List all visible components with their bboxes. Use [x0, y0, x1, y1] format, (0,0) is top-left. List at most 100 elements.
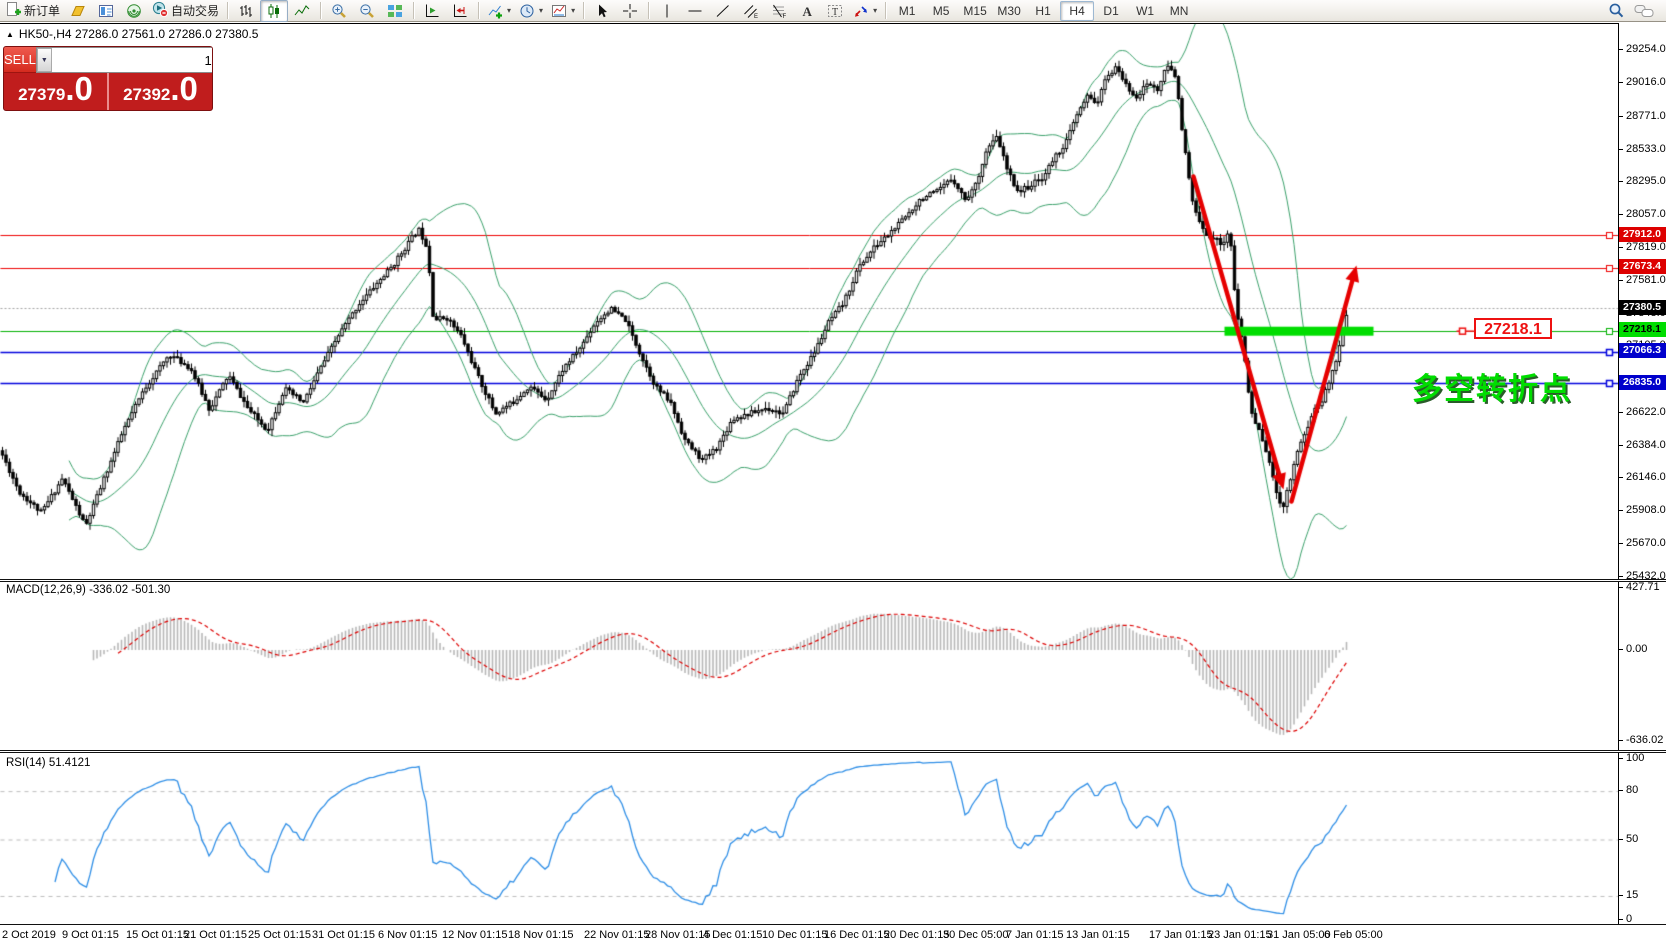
price-level-badge[interactable]: 27673.4 [1619, 259, 1666, 274]
rsi-tick-label-mark [1619, 919, 1623, 920]
date-axis[interactable]: 2 Oct 2019 9 Oct 01:15 15 Oct 01:15 21 Oct … [0, 926, 1666, 947]
date-tick-label: 25 Oct 01:15 [248, 929, 311, 941]
price-tick-label: 26622.0 [1626, 406, 1666, 418]
search-icon[interactable] [1602, 0, 1630, 22]
tile-windows-icon[interactable] [381, 0, 409, 22]
price-tick-label: 29016.0 [1626, 76, 1666, 88]
chat-icon[interactable] [1630, 0, 1658, 22]
timeframe-d1[interactable]: D1 [1094, 1, 1128, 21]
price-tick-label: 26146.0 [1626, 471, 1666, 483]
sell-price-fraction: .0 [65, 70, 93, 107]
date-tick-label: 15 Oct 01:15 [126, 929, 189, 941]
market-watch-icon[interactable] [92, 0, 120, 22]
price-level-badge[interactable]: 27912.0 [1619, 227, 1666, 242]
timeframe-m5[interactable]: M5 [924, 1, 958, 21]
date-tick-label: 28 Nov 01:15 [645, 929, 711, 941]
timeframe-w1[interactable]: W1 [1128, 1, 1162, 21]
date-tick-label: 21 Oct 01:15 [184, 929, 247, 941]
vertical-line-icon[interactable] [653, 0, 681, 22]
timeframe-mn[interactable]: MN [1162, 1, 1196, 21]
arrows-icon[interactable]: ▾ [849, 0, 881, 22]
price-level-badge[interactable]: 26835.0 [1619, 375, 1666, 390]
rsi-canvas[interactable] [0, 754, 1618, 925]
collapse-panel-arrow[interactable]: ▲ [6, 30, 14, 39]
price-tick-label-mark [1619, 116, 1623, 117]
date-tick-label: 7 Jan 01:15 [1006, 929, 1064, 941]
timeframe-m15[interactable]: M15 [958, 1, 992, 21]
date-tick-label: 2 Oct 2019 [2, 929, 56, 941]
horizontal-line-icon[interactable] [681, 0, 709, 22]
zoom-in-icon[interactable] [325, 0, 353, 22]
templates-icon[interactable]: ▾ [547, 0, 579, 22]
rsi-panel-separator[interactable] [0, 750, 1666, 753]
zoom-out-icon[interactable] [353, 0, 381, 22]
date-tick-label: 31 Jan 05:00 [1267, 929, 1331, 941]
price-tick-label: 28057.0 [1626, 208, 1666, 220]
rsi-tick-label-mark [1619, 839, 1623, 840]
price-tick-label-mark [1619, 149, 1623, 150]
date-tick-label: 17 Jan 01:15 [1149, 929, 1213, 941]
price-tick-label-mark [1619, 181, 1623, 182]
candlestick-chart-icon[interactable] [260, 0, 289, 22]
timeframe-m30[interactable]: M30 [992, 1, 1026, 21]
price-tick-label-mark [1619, 510, 1623, 511]
level-price-label[interactable]: 27218.1 [1474, 318, 1552, 339]
turning-point-annotation: 多空转折点 [1412, 373, 1572, 406]
macd-tick-label-mark [1619, 587, 1623, 588]
line-chart-icon[interactable] [288, 0, 316, 22]
toolbar-separator [478, 2, 480, 19]
crosshair-icon[interactable] [616, 0, 644, 22]
price-tick-label: 25670.0 [1626, 537, 1666, 549]
autotrading-icon [152, 1, 169, 20]
price-tick-label: 26384.0 [1626, 439, 1666, 451]
price-axis[interactable]: 29254.0 29016.0 28771.0 28533.0 28295.0 28057… [1618, 23, 1666, 926]
timeframe-h1[interactable]: H1 [1026, 1, 1060, 21]
indicators-icon[interactable]: ▾ [483, 0, 515, 22]
equidistant-channel-icon[interactable]: E [737, 0, 765, 22]
periods-icon[interactable]: ▾ [515, 0, 547, 22]
date-axis-separator [0, 924, 1666, 926]
toolbar-separator [413, 2, 415, 19]
price-level-badge[interactable]: 27218.1 [1619, 322, 1666, 337]
navigator-icon[interactable] [120, 0, 148, 22]
main-chart-canvas[interactable] [0, 24, 1618, 580]
price-tick-label-mark [1619, 247, 1623, 248]
date-tick-label: 18 Nov 01:15 [508, 929, 574, 941]
price-level-badge[interactable]: 27066.3 [1619, 343, 1666, 358]
macd-tick-label-mark [1619, 740, 1623, 741]
price-tick-label-mark [1619, 412, 1623, 413]
text-label-icon[interactable]: T [821, 0, 849, 22]
auto-scroll-icon[interactable] [418, 0, 446, 22]
rsi-tick-label: 15 [1626, 889, 1639, 901]
rsi-tick-label: 100 [1626, 752, 1645, 764]
macd-tick-label-mark [1619, 649, 1623, 650]
price-tick-label: 28533.0 [1626, 143, 1666, 155]
trendline-icon[interactable] [709, 0, 737, 22]
chart-window [0, 23, 1666, 947]
favorites-icon[interactable] [64, 0, 92, 22]
timeframe-h4[interactable]: H4 [1060, 0, 1095, 21]
text-icon[interactable]: A [793, 0, 821, 22]
sell-price[interactable]: 27379.0 [4, 70, 109, 110]
bar-chart-icon[interactable] [232, 0, 260, 22]
price-tick-label: 29254.0 [1626, 43, 1666, 55]
chart-shift-icon[interactable] [446, 0, 474, 22]
volume-input[interactable] [51, 48, 212, 72]
cursor-icon[interactable] [588, 0, 616, 22]
new-order-button[interactable]: 新订单 [1, 0, 64, 22]
fibonacci-icon[interactable]: F [765, 0, 793, 22]
autotrading-label: 自动交易 [171, 4, 220, 18]
date-tick-label: 12 Nov 01:15 [442, 929, 508, 941]
price-tick-label: 27819.0 [1626, 241, 1666, 253]
svg-text:F: F [783, 14, 787, 19]
macd-canvas[interactable] [0, 583, 1618, 751]
volume-decrease-button[interactable]: ▼ [36, 48, 52, 72]
autotrading-button[interactable]: 自动交易 [148, 0, 223, 22]
macd-panel-separator[interactable] [0, 579, 1666, 582]
toolbar-separator [583, 2, 585, 19]
buy-price[interactable]: 27392.0 [109, 72, 212, 110]
sell-button[interactable]: SELL [4, 47, 36, 73]
toolbar-right-group [1602, 0, 1658, 22]
timeframe-m1[interactable]: M1 [890, 1, 924, 21]
macd-label: MACD(12,26,9) -336.02 -501.30 [6, 584, 171, 596]
